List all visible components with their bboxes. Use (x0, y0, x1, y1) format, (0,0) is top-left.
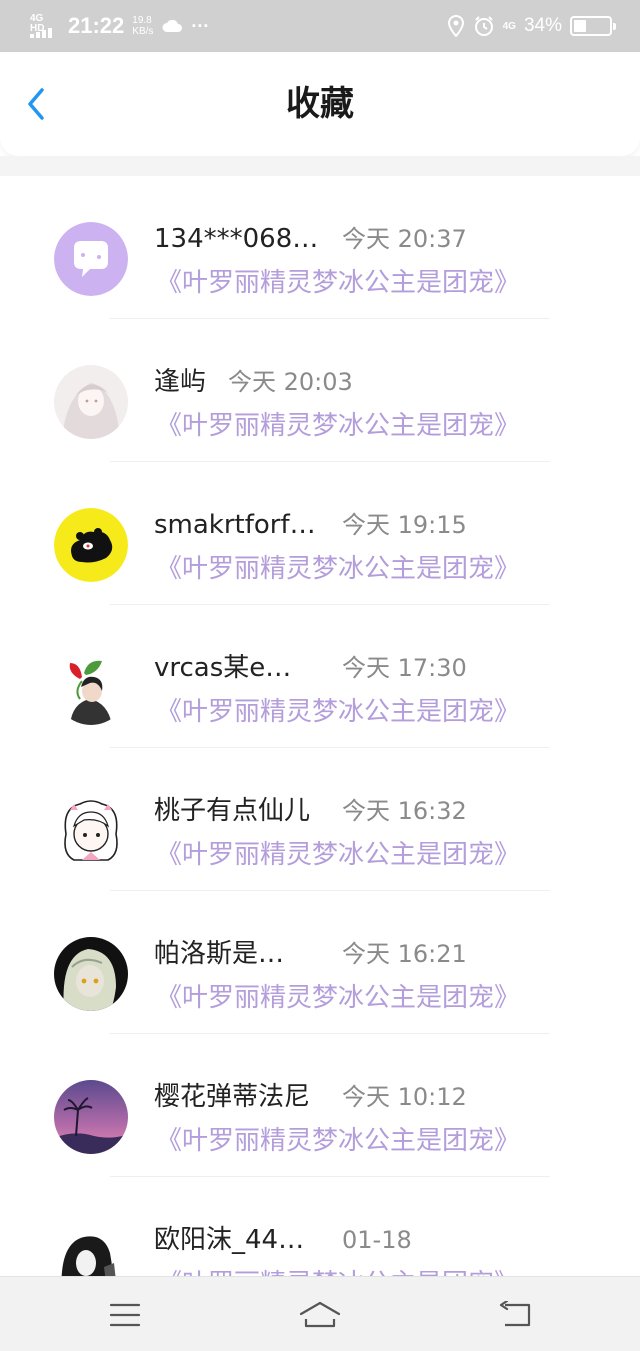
user-name: 帕洛斯是… (154, 939, 285, 969)
header-divider (0, 156, 640, 176)
favorites-list[interactable]: 134***068… 今天 20:37 《叶罗丽精灵梦冰公主是团宠》 逢屿 今天… (0, 176, 640, 1276)
avatar[interactable] (54, 794, 128, 868)
book-title-link[interactable]: 《叶罗丽精灵梦冰公主是团宠》 (156, 552, 520, 586)
signal-icon: 4G HD (30, 14, 60, 38)
avatar[interactable] (54, 508, 128, 582)
alarm-icon (474, 16, 493, 36)
list-item[interactable]: 帕洛斯是… 今天 16:21 《叶罗丽精灵梦冰公主是团宠》 (0, 891, 640, 1034)
favorite-time: 今天 20:03 (228, 368, 353, 396)
list-item[interactable]: 134***068… 今天 20:37 《叶罗丽精灵梦冰公主是团宠》 (0, 176, 640, 319)
book-title-link[interactable]: 《叶罗丽精灵梦冰公主是团宠》 (156, 695, 520, 729)
home-icon (299, 1301, 341, 1328)
list-item[interactable]: 欧阳沫_44… 01-18 《叶罗丽精灵梦冰公主是团宠》 (0, 1177, 640, 1276)
list-item[interactable]: 樱花弹蒂法尼 今天 10:12 《叶罗丽精灵梦冰公主是团宠》 (0, 1034, 640, 1177)
data-network: 4G (502, 20, 516, 32)
list-item[interactable]: 桃子有点仙儿 今天 16:32 《叶罗丽精灵梦冰公主是团宠》 (0, 748, 640, 891)
back-nav-button[interactable] (494, 1295, 538, 1335)
location-icon (447, 15, 464, 37)
user-name: 桃子有点仙儿 (154, 796, 311, 826)
user-name: 樱花弹蒂法尼 (154, 1082, 311, 1112)
more-notifications: ··· (191, 15, 210, 36)
favorite-time: 今天 19:15 (342, 511, 467, 539)
list-item[interactable]: smakrtforf… 今天 19:15 《叶罗丽精灵梦冰公主是团宠》 (0, 462, 640, 605)
book-title-link[interactable]: 《叶罗丽精灵梦冰公主是团宠》 (156, 981, 520, 1015)
book-title-link[interactable]: 《叶罗丽精灵梦冰公主是团宠》 (156, 409, 520, 443)
list-item[interactable]: 逢屿 今天 20:03 《叶罗丽精灵梦冰公主是团宠》 (0, 319, 640, 462)
favorite-time: 今天 20:37 (342, 225, 467, 253)
book-title-link[interactable]: 《叶罗丽精灵梦冰公主是团宠》 (156, 838, 520, 872)
back-icon (499, 1301, 531, 1327)
home-button[interactable] (298, 1295, 342, 1335)
avatar[interactable] (54, 1223, 128, 1276)
avatar[interactable] (54, 937, 128, 1011)
favorite-time: 今天 16:32 (342, 797, 467, 825)
user-name: smakrtforf… (154, 510, 316, 540)
menu-button[interactable] (103, 1295, 147, 1335)
system-nav-bar (0, 1276, 640, 1351)
user-name: 134***068… (154, 224, 319, 254)
avatar[interactable] (54, 365, 128, 439)
battery-icon (570, 16, 616, 36)
list-item[interactable]: vrcas某e… 今天 17:30 《叶罗丽精灵梦冰公主是团宠》 (0, 605, 640, 748)
status-bar: 4G HD 21:22 19.8 KB/s ··· 4G 34% (0, 0, 640, 52)
book-title-link[interactable]: 《叶罗丽精灵梦冰公主是团宠》 (156, 266, 520, 300)
book-title-link[interactable]: 《叶罗丽精灵梦冰公主是团宠》 (156, 1124, 520, 1158)
book-title-link[interactable]: 《叶罗丽精灵梦冰公主是团宠》 (156, 1267, 520, 1276)
menu-icon (109, 1303, 141, 1327)
app-header: 收藏 (0, 52, 640, 156)
avatar[interactable] (54, 1080, 128, 1154)
favorite-time: 今天 17:30 (342, 654, 467, 682)
avatar[interactable] (54, 651, 128, 725)
weather-cloud-icon (162, 19, 183, 32)
battery-percent: 34% (523, 15, 562, 36)
speed-unit: KB/s (132, 26, 154, 37)
user-name: vrcas某e… (154, 653, 292, 683)
favorite-time: 01-18 (342, 1226, 412, 1254)
page-title: 收藏 (286, 84, 354, 124)
favorite-time: 今天 16:21 (342, 940, 467, 968)
user-name: 逢屿 (154, 367, 207, 397)
speed-value: 19.8 (132, 15, 152, 26)
clock: 21:22 (68, 13, 125, 38)
user-name: 欧阳沫_44… (154, 1225, 305, 1255)
network-speed: 19.8 KB/s (132, 15, 153, 37)
avatar[interactable] (54, 222, 128, 296)
favorite-time: 今天 10:12 (342, 1083, 467, 1111)
